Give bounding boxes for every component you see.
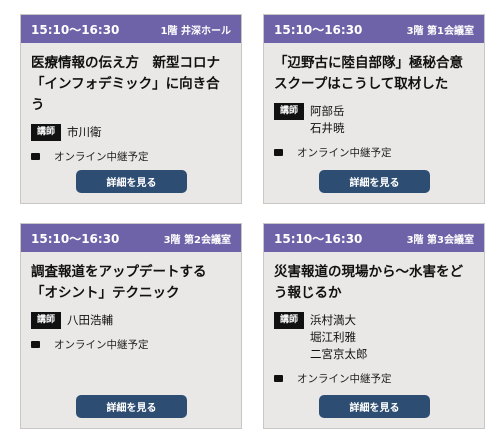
speaker-row: 講師 市川衛: [31, 124, 231, 141]
session-title: 災害報道の現場から～水害をどう報じるか: [274, 264, 463, 301]
speaker-names: 八田浩輔: [67, 312, 113, 329]
session-room: 3階 第1会議室: [406, 25, 474, 37]
card-header: 15:10～16:30 1階 井深ホール: [21, 15, 241, 43]
speaker-name: 二宮京太郎: [310, 347, 368, 361]
session-card-4: 15:10～16:30 3階 第3会議室 災害報道の現場から～水害をどう報じるか…: [263, 223, 485, 429]
online-label: オンライン中継予定: [297, 147, 392, 159]
video-camera-icon: [31, 341, 40, 348]
details-button[interactable]: 詳細を見る: [76, 170, 187, 193]
session-title: 調査報道をアップデートする「オシント」テクニック: [31, 264, 207, 301]
online-status: オンライン中継予定: [274, 145, 474, 160]
session-title: 「辺野古に陸自部隊」極秘合意スクープはこうして取材した: [274, 55, 463, 92]
online-status: オンライン中継予定: [31, 149, 231, 164]
speaker-name: 堀江利雅: [310, 330, 356, 344]
speaker-badge: 講師: [31, 124, 61, 141]
card-header: 15:10～16:30 3階 第2会議室: [21, 224, 241, 252]
online-status: オンライン中継予定: [31, 337, 231, 352]
video-camera-icon: [274, 149, 283, 156]
session-room: 1階 井深ホール: [160, 25, 231, 37]
session-card-1: 15:10～16:30 1階 井深ホール 医療情報の伝え方 新型コロナ「インフォ…: [20, 14, 242, 204]
speaker-names: 浜村満大 堀江利雅 二宮京太郎: [310, 312, 368, 363]
session-time: 15:10～16:30: [274, 231, 363, 246]
details-button[interactable]: 詳細を見る: [76, 395, 187, 418]
details-button[interactable]: 詳細を見る: [319, 395, 430, 418]
card-header: 15:10～16:30 3階 第1会議室: [264, 15, 484, 43]
session-card-2: 15:10～16:30 3階 第1会議室 「辺野古に陸自部隊」極秘合意スクープは…: [263, 14, 485, 204]
online-status: オンライン中継予定: [274, 371, 474, 386]
speaker-badge: 講師: [274, 312, 304, 329]
speaker-name: 市川衛: [67, 125, 102, 139]
online-label: オンライン中継予定: [54, 151, 149, 163]
speaker-names: 市川衛: [67, 124, 102, 141]
speaker-name: 阿部岳: [310, 104, 345, 118]
card-header: 15:10～16:30 3階 第3会議室: [264, 224, 484, 252]
speaker-name: 八田浩輔: [67, 313, 113, 327]
speaker-badge: 講師: [31, 312, 61, 329]
speaker-badge: 講師: [274, 103, 304, 120]
video-camera-icon: [274, 375, 283, 382]
session-time: 15:10～16:30: [31, 22, 120, 37]
online-label: オンライン中継予定: [297, 373, 392, 385]
speaker-row: 講師 浜村満大 堀江利雅 二宮京太郎: [274, 312, 474, 363]
speaker-name: 浜村満大: [310, 313, 356, 327]
session-time: 15:10～16:30: [31, 231, 120, 246]
session-room: 3階 第3会議室: [406, 234, 474, 246]
session-title: 医療情報の伝え方 新型コロナ「インフォデミック」に向き合う: [31, 55, 220, 113]
online-label: オンライン中継予定: [54, 339, 149, 351]
speaker-row: 講師 八田浩輔: [31, 312, 231, 329]
speaker-names: 阿部岳 石井暁: [310, 103, 345, 137]
speaker-name: 石井暁: [310, 121, 345, 135]
speaker-row: 講師 阿部岳 石井暁: [274, 103, 474, 137]
session-card-3: 15:10～16:30 3階 第2会議室 調査報道をアップデートする「オシント」…: [20, 223, 242, 429]
session-room: 3階 第2会議室: [163, 234, 231, 246]
session-time: 15:10～16:30: [274, 22, 363, 37]
video-camera-icon: [31, 153, 40, 160]
details-button[interactable]: 詳細を見る: [319, 170, 430, 193]
